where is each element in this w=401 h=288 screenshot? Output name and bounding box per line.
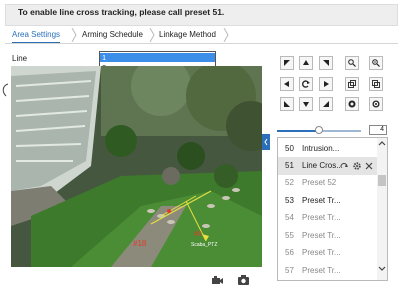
pan-up-left-button[interactable] (280, 56, 294, 70)
iris-close-button[interactable] (369, 97, 383, 111)
scroll-up-icon[interactable] (378, 140, 386, 146)
pan-down-button[interactable] (299, 97, 313, 111)
preset-item[interactable]: 53 Preset Tr... (278, 192, 378, 210)
preset-scrollbar[interactable] (377, 138, 387, 280)
preset-item[interactable]: 57 Preset Tr... (278, 262, 378, 280)
arrow-up-left-icon (284, 60, 290, 66)
arrow-down-right-icon (323, 101, 329, 107)
preset-name: Line Cros... (302, 161, 343, 170)
preset-name: Preset Tr... (302, 231, 341, 240)
zoom-out-button[interactable] (369, 56, 383, 70)
cursor-icon (2, 83, 9, 97)
live-video-view[interactable]: #18 #0 Scaba_PTZ (11, 66, 262, 267)
zoom-in-button[interactable] (345, 56, 359, 70)
preset-item[interactable]: 54 Preset Tr... (278, 209, 378, 227)
record-icon[interactable] (212, 276, 223, 285)
arrow-down-left-icon (284, 101, 290, 107)
video-frame: #18 #0 Scaba_PTZ (11, 66, 262, 267)
arrow-right-icon (324, 81, 329, 87)
chevron-down-icon[interactable] (378, 266, 386, 272)
auto-pan-button[interactable] (299, 77, 313, 91)
line-option[interactable]: 1 (100, 53, 215, 62)
preset-name: Preset 52 (302, 178, 337, 187)
line-label: Line (12, 54, 28, 63)
ptz-speed-value[interactable]: 4 (369, 125, 387, 135)
tab-linkage-method[interactable]: Linkage Method (159, 28, 216, 42)
arrow-up-icon (303, 60, 309, 65)
preset-name: Preset Tr... (302, 248, 341, 257)
preset-number: 55 (285, 231, 294, 240)
tab-arming-schedule[interactable]: Arming Schedule (82, 28, 143, 42)
collapse-panel-button[interactable] (262, 134, 270, 150)
focus-near-icon (348, 80, 356, 88)
camera-name-label: Scaba_PTZ (191, 242, 217, 248)
iris-close-icon (372, 100, 380, 108)
iris-open-icon (348, 100, 356, 108)
pan-right-button[interactable] (319, 77, 333, 91)
refresh-icon (302, 80, 310, 88)
tab-separator-chevron-icon (149, 28, 155, 42)
overlay-label: #0 (194, 231, 202, 238)
pan-down-right-button[interactable] (319, 97, 333, 111)
ptz-speed-fill (277, 130, 319, 132)
preset-name: Preset Tr... (302, 266, 341, 275)
pan-up-button[interactable] (299, 56, 313, 70)
focus-far-icon (372, 80, 380, 88)
iris-open-button[interactable] (345, 97, 359, 111)
preset-number: 50 (285, 144, 294, 153)
chevron-left-icon (264, 138, 268, 146)
arrow-down-icon (303, 102, 309, 107)
preset-list[interactable]: 50 Intrusion... 51 Line Cros... 52 Prese… (277, 137, 388, 281)
camera-icon[interactable] (238, 275, 249, 285)
preset-number: 51 (285, 161, 294, 170)
arrow-left-icon (284, 81, 289, 87)
zoom-in-icon (348, 59, 356, 67)
ptz-speed-slider-handle[interactable] (315, 126, 323, 134)
preset-name: Preset Tr... (302, 213, 341, 222)
preset-number: 56 (285, 248, 294, 257)
tab-separator-chevron-icon (223, 28, 229, 42)
gear-icon[interactable] (353, 162, 361, 170)
preset-item[interactable]: 51 Line Cros... (278, 157, 378, 175)
pan-up-right-button[interactable] (319, 56, 333, 70)
pan-left-button[interactable] (280, 77, 294, 91)
preset-name: Intrusion... (302, 144, 340, 153)
video-toolbar (11, 267, 262, 288)
arrow-up-right-icon (323, 60, 329, 66)
pan-down-left-button[interactable] (280, 97, 294, 111)
preset-item[interactable]: 52 Preset 52 (278, 174, 378, 192)
overlay-label: #18 (133, 239, 147, 248)
preset-item[interactable]: 50 Intrusion... (278, 140, 378, 158)
preset-number: 57 (285, 266, 294, 275)
preset-name: Preset Tr... (302, 196, 341, 205)
preset-number: 53 (285, 196, 294, 205)
preset-number: 52 (285, 178, 294, 187)
preset-scrollbar-thumb[interactable] (378, 175, 386, 186)
call-preset-icon[interactable] (340, 162, 348, 170)
info-message: To enable line cross tracking, please ca… (18, 7, 225, 17)
tabs-divider (5, 43, 398, 44)
preset-item[interactable]: 56 Preset Tr... (278, 244, 378, 262)
zoom-out-icon (372, 59, 380, 67)
tab-separator-chevron-icon (71, 28, 77, 42)
close-icon[interactable] (365, 162, 373, 170)
preset-number: 54 (285, 213, 294, 222)
tab-area-settings[interactable]: Area Settings (12, 28, 61, 43)
preset-item[interactable]: 55 Preset Tr... (278, 227, 378, 245)
focus-far-button[interactable] (369, 77, 383, 91)
focus-near-button[interactable] (345, 77, 359, 91)
